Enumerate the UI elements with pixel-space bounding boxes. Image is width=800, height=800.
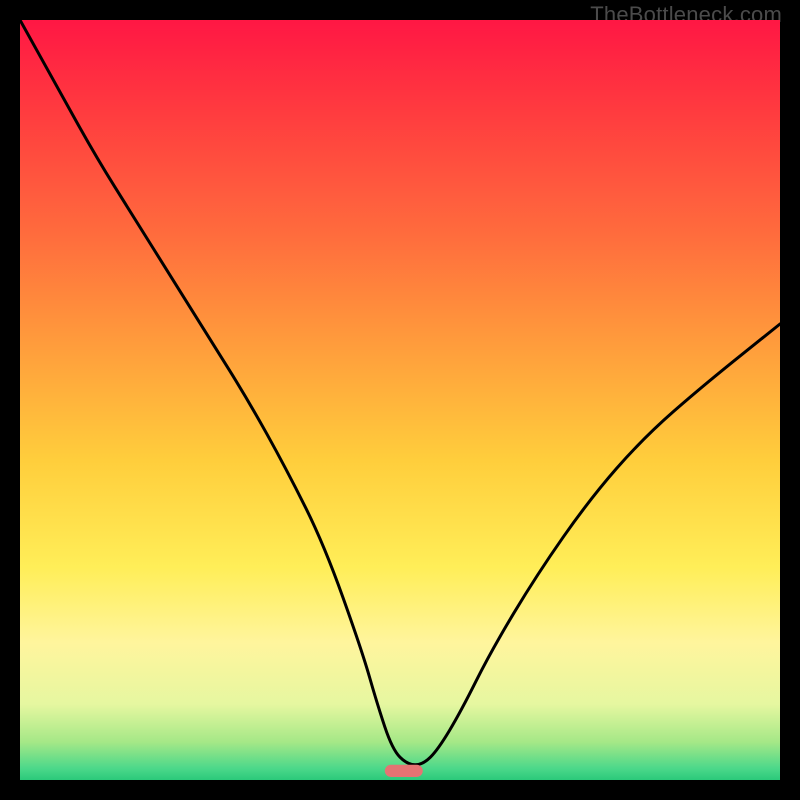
chart-svg: [20, 20, 780, 780]
optimal-range-marker: [385, 765, 423, 777]
gradient-background: [20, 20, 780, 780]
chart-container: TheBottleneck.com: [0, 0, 800, 800]
plot-area: [20, 20, 780, 780]
